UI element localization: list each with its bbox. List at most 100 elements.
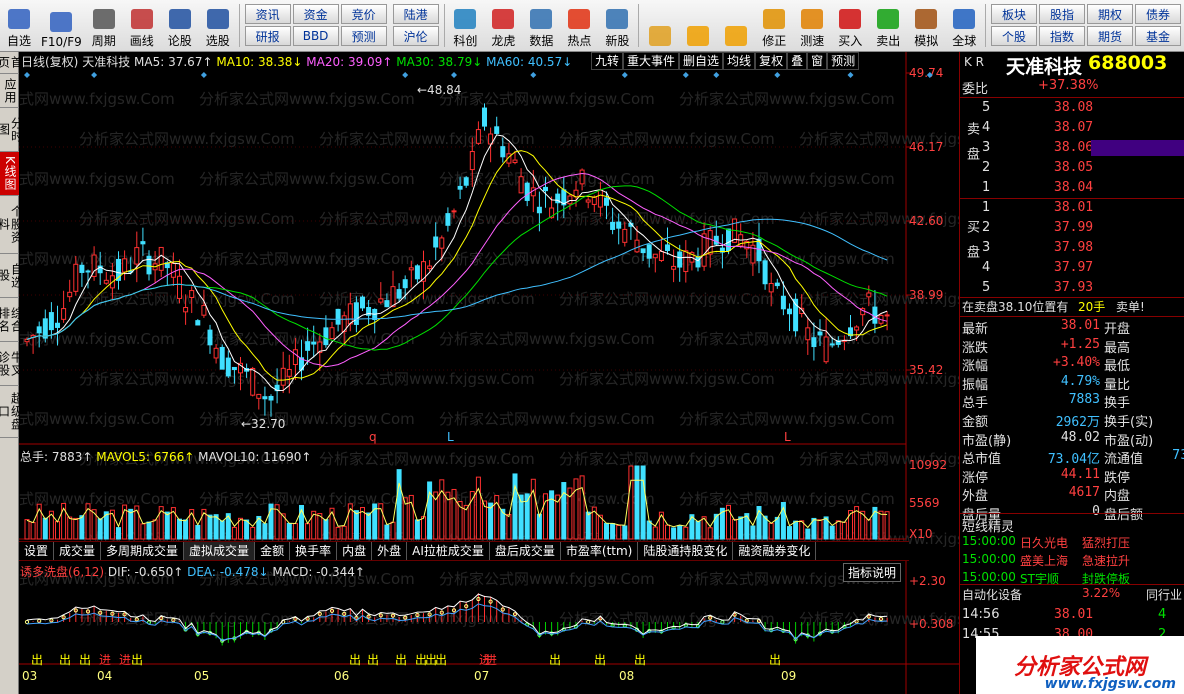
kline-chart-area[interactable]: 分析家公式网www.fxjgsw.Com 分析家公式网www.fxjgsw.Com… bbox=[19, 52, 959, 694]
indicator-tab[interactable]: 换手率 bbox=[290, 542, 338, 560]
indicator-tab[interactable]: 虚拟成交量 bbox=[184, 542, 256, 560]
sell-price: 38.08 bbox=[1054, 100, 1094, 115]
pencil-icon bbox=[130, 9, 153, 29]
left-tab-0[interactable]: 首页 bbox=[0, 52, 24, 74]
tick-row: 14:56 38.01 4 bbox=[960, 607, 1184, 626]
candle-body bbox=[280, 367, 286, 386]
volume-bar bbox=[841, 521, 847, 540]
toolbar-button[interactable]: 指数 bbox=[1039, 26, 1086, 46]
left-tab-5[interactable]: 自选股 bbox=[0, 254, 24, 298]
ma30-label: MA30: 38.79↓ bbox=[396, 55, 483, 69]
indicator-tab[interactable]: AI拉桩成交量 bbox=[407, 542, 490, 560]
indicator-tab[interactable]: 融资融券变化 bbox=[733, 542, 817, 560]
indicator-tab[interactable]: 金额 bbox=[255, 542, 291, 560]
chart-button[interactable]: 九转 bbox=[591, 52, 624, 70]
volume-bar bbox=[55, 521, 60, 540]
toolbar-button[interactable]: 研报 bbox=[244, 26, 291, 46]
candle-body bbox=[225, 357, 231, 377]
indicator-tab[interactable]: 盘后成交量 bbox=[490, 542, 561, 560]
volume-bar bbox=[671, 527, 677, 540]
toolbar-button[interactable]: 资讯 bbox=[244, 4, 291, 24]
toolbar-button[interactable]: 个股 bbox=[991, 26, 1038, 46]
left-tab-3[interactable]: K线图 bbox=[0, 152, 19, 196]
candle-body bbox=[616, 221, 622, 229]
candle-body bbox=[866, 292, 872, 298]
indicator-tab[interactable]: 外盘 bbox=[372, 542, 408, 560]
chart-button[interactable]: 叠 bbox=[787, 52, 808, 70]
watermark-text: 分析家公式网www.fxjgsw.Com bbox=[79, 130, 295, 148]
tool-sell[interactable]: 卖出 bbox=[869, 0, 907, 51]
toolbar-button[interactable]: 期货 bbox=[1087, 26, 1134, 46]
left-tab-7[interactable]: 牛叉诊股 bbox=[0, 342, 24, 386]
chart-canvas[interactable]: 分析家公式网www.fxjgsw.Com 分析家公式网www.fxjgsw.Com… bbox=[19, 52, 959, 694]
stat-label2: 最高 bbox=[1104, 340, 1131, 356]
toolbar-button[interactable]: 债券 bbox=[1135, 4, 1182, 24]
tool-f10[interactable]: F10/F9 bbox=[38, 0, 85, 51]
toolbar-button[interactable]: BBD bbox=[292, 26, 339, 46]
chart-button[interactable]: 均线 bbox=[723, 52, 756, 70]
chart-button[interactable]: 重大事件 bbox=[623, 52, 680, 70]
candle-body bbox=[585, 199, 591, 203]
watermark-text: 分析家公式网www.fxjgsw.Com bbox=[199, 90, 415, 108]
candle-body bbox=[469, 151, 475, 171]
tool-hot[interactable]: 热点 bbox=[560, 0, 598, 51]
tool-new-stock[interactable]: 新股 bbox=[598, 0, 636, 51]
tool-label: 卖出 bbox=[876, 34, 901, 48]
tool-label: 修正 bbox=[762, 34, 787, 48]
toolbar-button[interactable]: 沪伦 bbox=[392, 26, 439, 46]
stat-value: 48.02 bbox=[1060, 429, 1100, 445]
short-line-title: 短线精灵 bbox=[962, 520, 1015, 535]
volume-bar bbox=[244, 519, 250, 540]
buy-level: 3 37.98 bbox=[960, 240, 1184, 259]
tool-fix[interactable]: 修正 bbox=[755, 0, 793, 51]
toolbar-button[interactable]: 陆港 bbox=[392, 4, 439, 24]
candle-body bbox=[323, 327, 329, 346]
mavol10-label: MAVOL10: 11690↑ bbox=[198, 450, 312, 464]
tool-dragon-tiger[interactable]: 龙虎 bbox=[484, 0, 522, 51]
tool-kechuang[interactable]: 科创 bbox=[446, 0, 484, 51]
volume-bar bbox=[585, 511, 591, 540]
tool-clock[interactable]: 周期 bbox=[85, 0, 123, 51]
chart-button[interactable]: 窗 bbox=[807, 52, 828, 70]
candle-body bbox=[262, 396, 268, 400]
candle-body bbox=[671, 265, 677, 270]
toolbar-button[interactable]: 竞价 bbox=[340, 4, 387, 24]
tool-select-stock[interactable]: 选股 bbox=[199, 0, 237, 51]
toolbar-button[interactable]: 股指 bbox=[1039, 4, 1086, 24]
chart-button[interactable]: 预测 bbox=[827, 52, 860, 70]
toolbar-button[interactable]: 资金 bbox=[292, 4, 339, 24]
indicator-tab[interactable]: 市盈率(ttm) bbox=[561, 542, 639, 560]
tool-discuss[interactable]: 论股 bbox=[161, 0, 199, 51]
tool-buy[interactable]: 买入 bbox=[831, 0, 869, 51]
tool-globe[interactable]: 全球 bbox=[945, 0, 983, 51]
hk-button-group: 陆港 沪伦 bbox=[390, 0, 442, 51]
chart-button[interactable]: 删自选 bbox=[679, 52, 724, 70]
buy-price: 37.97 bbox=[1054, 260, 1094, 275]
indicator-tab[interactable]: 多周期成交量 bbox=[101, 542, 185, 560]
tool-speed[interactable]: 测速 bbox=[793, 0, 831, 51]
tool-pencil[interactable]: 画线 bbox=[123, 0, 161, 51]
tool-star[interactable]: 自选 bbox=[0, 0, 38, 51]
left-tab-6[interactable]: 综合排名 bbox=[0, 298, 24, 342]
left-tab-4[interactable]: 个股资料 bbox=[0, 196, 24, 254]
indicator-help-button[interactable]: 指标说明 bbox=[843, 563, 902, 582]
indicator-tab[interactable]: 设置 bbox=[19, 542, 55, 560]
tool-data[interactable]: 数据 bbox=[522, 0, 560, 51]
indicator-tab[interactable]: 内盘 bbox=[337, 542, 373, 560]
toolbar-button[interactable]: 基金 bbox=[1135, 26, 1182, 46]
left-tab-8[interactable]: 超级盘口 bbox=[0, 386, 24, 438]
toolbar-button[interactable]: 期权 bbox=[1087, 4, 1134, 24]
candle-body bbox=[195, 320, 201, 326]
toolbar-button[interactable]: 板块 bbox=[991, 4, 1038, 24]
chart-button[interactable]: 复权 bbox=[755, 52, 788, 70]
tool-back-arrow[interactable] bbox=[679, 0, 717, 51]
indicator-tab[interactable]: 成交量 bbox=[54, 542, 102, 560]
tool-hammer[interactable]: 模拟 bbox=[907, 0, 945, 51]
tool-window[interactable] bbox=[641, 0, 679, 51]
indicator-tab[interactable]: 陆股通持股变化 bbox=[638, 542, 734, 560]
tool-up-down[interactable] bbox=[717, 0, 755, 51]
candle-body bbox=[805, 327, 811, 341]
left-tab-1[interactable]: 应用 bbox=[0, 74, 19, 108]
left-tab-2[interactable]: 分时图 bbox=[0, 108, 24, 152]
toolbar-button[interactable]: 预测 bbox=[340, 26, 387, 46]
